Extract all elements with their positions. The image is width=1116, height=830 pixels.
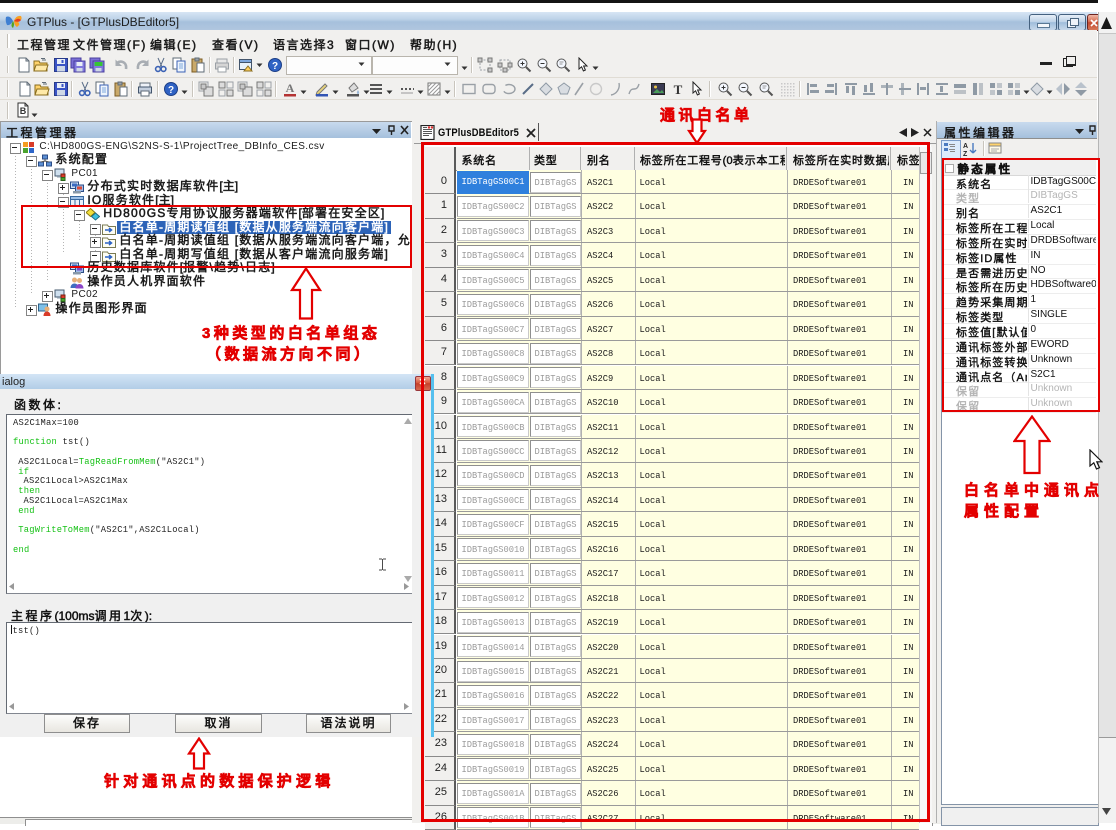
svg-text:T: T xyxy=(674,82,683,97)
svg-text:A: A xyxy=(286,81,295,95)
svg-text:A: A xyxy=(963,143,968,150)
svg-text:B: B xyxy=(20,106,27,116)
svg-text:Z: Z xyxy=(963,151,968,156)
svg-text:?: ? xyxy=(168,85,174,96)
svg-text:?: ? xyxy=(272,61,278,72)
